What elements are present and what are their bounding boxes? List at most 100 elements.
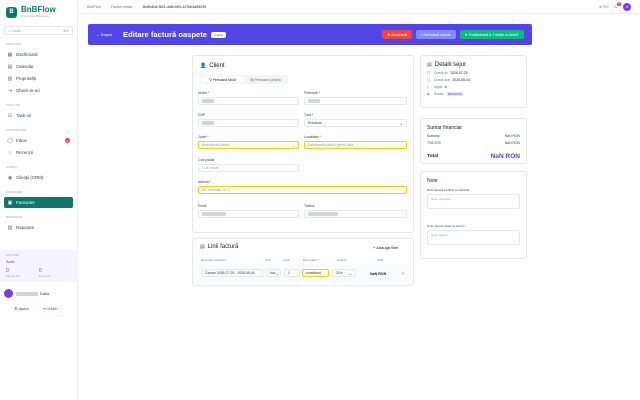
inbox-icon: ◯: [7, 137, 13, 144]
textarea-placeholder: Note opționale...: [431, 197, 453, 201]
localitate-placeholder: Selectează județul pentru listă: [308, 143, 354, 147]
row-total: NaN RON: [370, 272, 387, 276]
nume-input[interactable]: [198, 97, 299, 105]
user-avatar[interactable]: A: [623, 2, 631, 11]
kv-value: 2026-08-04: [452, 78, 470, 82]
pret-input[interactable]: undefined: [302, 269, 329, 277]
sidebar-item-label: Clienții (CRM): [16, 175, 44, 180]
col-um: U.M.: [265, 258, 272, 262]
sync-status: Activ: [6, 259, 15, 264]
sidebar-item-tasks[interactable]: ☑ Task-uri: [4, 110, 73, 121]
label-cnp: CNP: [198, 113, 206, 117]
desc-input[interactable]: Cazare 2026-07-29 - 2026-08-04: [201, 269, 263, 277]
section-rapoarte: Rapoarte: [6, 215, 23, 219]
breadcrumb-item[interactable]: BnbFlow: [87, 5, 101, 9]
judet-select[interactable]: Selectează județul: [198, 141, 299, 149]
invoice-icon: ▣: [7, 199, 13, 206]
col-tva: Cotă %: [337, 258, 347, 262]
sidebar-item-label: Inbox: [16, 138, 27, 143]
language-switcher[interactable]: ⊕ RO: [599, 5, 608, 9]
sidebar-item-label: Recenzii: [16, 150, 33, 155]
um-select[interactable]: buc: [266, 269, 281, 277]
col-desc: Descriere serviciu *: [201, 258, 227, 262]
adresa-input[interactable]: Str. Exemplu, nr. 1: [198, 186, 407, 194]
label-invoice-notes: Note factură (vizibile pe factură): [427, 188, 470, 192]
sidebar-item-label: Facturare: [16, 200, 35, 205]
cod-placeholder: Cod poștal: [202, 166, 219, 170]
cancel-invoice-button[interactable]: ⊗ Anulează: [381, 30, 413, 39]
sidebar-item-label: Rapoarte: [16, 225, 35, 230]
back-button[interactable]: ← Înapoi: [96, 32, 112, 37]
inbox-badge: 2: [65, 138, 70, 143]
save-draft-button[interactable]: ▪ Salvează ciornă: [416, 30, 456, 39]
sidebar: B BnBFlow Cloud Host Business ⌕ Caută...…: [0, 0, 78, 400]
brand[interactable]: B BnBFlow Cloud Host Business: [0, 0, 77, 18]
tva-select[interactable]: 21%: [332, 269, 356, 277]
financial-summary-card: Sumar financiar Subtotal NaN RON TVA 21% N…: [420, 118, 527, 164]
sidebar-item-facturare[interactable]: ▣ Facturare: [4, 197, 73, 208]
cod-postal-input[interactable]: Cod poștal: [198, 164, 299, 172]
back-label: Înapoi: [101, 32, 113, 37]
tab-persoana-juridica[interactable]: ▥ Persoană juridică: [244, 76, 287, 83]
users-icon: ◉: [7, 174, 13, 181]
sidebar-item-clienti[interactable]: ◉ Clienții (CRM): [4, 172, 73, 183]
kv-label: Nopți:: [434, 85, 443, 89]
internal-notes-textarea[interactable]: Note interne...: [427, 230, 520, 245]
sidebar-item-proprietati[interactable]: ▥ Proprietăți: [4, 73, 73, 84]
sidebar-item-recenzii[interactable]: ☆ Recenzii: [4, 147, 73, 158]
tab-label: Persoană fizică: [212, 77, 236, 82]
help-link[interactable]: ⚙ Ajutor: [14, 306, 29, 311]
client-type-tabs: ⚲ Persoană fizică ▥ Persoană juridică: [200, 75, 288, 84]
page-title: Editare factură oaspete: [123, 30, 208, 39]
sync-label: Erori azi: [39, 274, 51, 278]
add-line-button[interactable]: + Adaugă linie: [373, 245, 398, 250]
pret-value: undefined: [306, 271, 321, 275]
logout-link[interactable]: ↦ Ieșire: [43, 306, 57, 311]
invoice-notes-textarea[interactable]: Note opționale...: [427, 194, 520, 209]
search-input[interactable]: ⌕ Caută... ⌘K: [4, 26, 73, 35]
delete-row-icon[interactable]: ✕: [401, 271, 404, 276]
label-email: Email: [198, 204, 207, 208]
tab-persoana-fizica[interactable]: ⚲ Persoană fizică: [201, 76, 244, 83]
row-value: NaN RON: [504, 134, 520, 138]
label-localitate: Localitate *: [304, 135, 321, 139]
cant-input[interactable]: 1: [284, 269, 300, 277]
localitate-input[interactable]: Selectează județul pentru listă: [304, 141, 407, 149]
sidebar-item-calendar[interactable]: ▤ Calendar: [4, 61, 73, 72]
user-name-redacted: [16, 291, 38, 296]
redacted-value: [202, 212, 226, 216]
telefon-input[interactable]: [304, 210, 407, 218]
sidebar-item-rapoarte[interactable]: ▧ Rapoarte: [4, 222, 73, 233]
breadcrumb-item[interactable]: Facturi emise: [111, 5, 133, 9]
search-shortcut: ⌘K: [63, 28, 69, 33]
title-text: Client: [209, 63, 225, 69]
desc-value: Cazare 2026-07-29 - 2026-08-04: [205, 271, 255, 275]
prenume-input[interactable]: [304, 97, 407, 105]
cnp-input[interactable]: [198, 119, 299, 127]
sidebar-item-checkin[interactable]: ⇥ Check-in-uri: [4, 85, 73, 96]
stay-card-title: ▤ Detalii sejur: [427, 62, 520, 68]
sync-stat-2: 0 Erori azi: [39, 268, 72, 278]
notes-title: Note: [427, 178, 438, 184]
search-placeholder: Caută...: [11, 28, 24, 33]
sidebar-item-inbox[interactable]: ◯ Inbox 2: [4, 135, 73, 146]
button-label: Adaugă linie: [376, 245, 399, 250]
calendar-icon: ▢: [427, 78, 431, 82]
textarea-placeholder: Note interne...: [431, 233, 450, 237]
button-label: Finalizează & Trimite la ANAF: [468, 32, 519, 37]
finalize-button[interactable]: ➤ Finalizează & Trimite la ANAF: [459, 30, 524, 39]
col-total: Total: [377, 258, 384, 262]
notifications-button[interactable]: ♫ 9: [614, 1, 621, 10]
client-card: 👤 Client ⚲ Persoană fizică ▥ Persoană jur…: [192, 55, 414, 233]
breadcrumb: BnbFlow Facturi emise f4d9b4b6-f821-4dfb…: [87, 5, 215, 9]
tara-select[interactable]: România: [304, 119, 407, 127]
email-input[interactable]: [198, 210, 299, 218]
sync-label: Facturi azi: [6, 274, 20, 278]
calendar-icon: ▢: [427, 71, 431, 75]
plus-icon: +: [373, 245, 376, 250]
redacted-value: [202, 99, 214, 103]
sidebar-item-dashboard[interactable]: ▦ Dashboard: [4, 49, 73, 60]
user-profile[interactable]: Dalia: [4, 289, 49, 298]
tab-label: Persoană juridică: [254, 77, 281, 82]
source-row: ◈ Sursă: BOOKING: [427, 92, 520, 96]
